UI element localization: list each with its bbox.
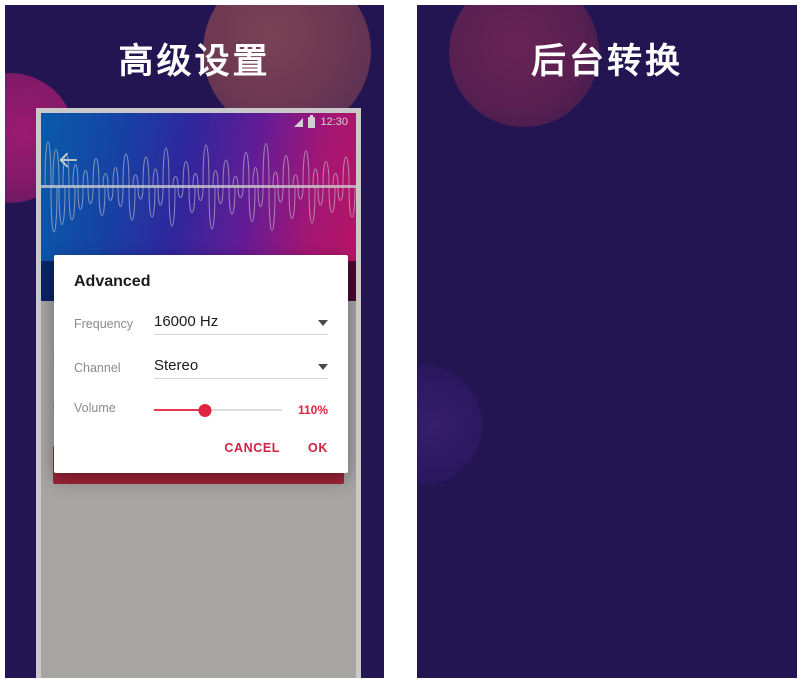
right-promo-panel: 后台转换 12:30 Output Fo — [417, 5, 797, 678]
volume-slider-knob[interactable] — [198, 403, 212, 417]
left-phone-mockup: 12:30 mp3 — [36, 108, 361, 678]
cancel-button[interactable]: CANCEL — [224, 441, 280, 455]
dialog-actions: CANCEL OK — [74, 437, 328, 463]
volume-label: Volume — [74, 401, 116, 415]
channel-value: Stereo — [154, 357, 199, 374]
channel-field[interactable]: Channel Stereo — [74, 357, 328, 379]
left-promo-panel: 高级设置 12:30 Advanced Frequency 16000 Hz C… — [5, 5, 384, 678]
left-phone-screen: 12:30 mp3 — [41, 113, 356, 678]
frequency-value: 16000 Hz — [154, 313, 219, 330]
volume-slider-fill — [154, 409, 206, 411]
left-panel-title: 高级设置 — [118, 42, 271, 81]
dialog-title: Advanced — [74, 273, 151, 290]
volume-field[interactable]: Volume 110% — [74, 401, 328, 419]
ok-button[interactable]: OK — [308, 441, 328, 455]
volume-slider[interactable] — [154, 403, 282, 417]
decor-circle-indigo — [417, 365, 482, 485]
frequency-label: Frequency — [74, 317, 134, 331]
chevron-down-icon — [318, 364, 328, 370]
chevron-down-icon — [318, 320, 328, 326]
advanced-dialog: Advanced Frequency 16000 Hz Channel Ster… — [54, 255, 348, 473]
volume-percent: 110% — [297, 403, 328, 417]
screenshot-stage: 高级设置 12:30 Advanced Frequency 16000 Hz C… — [0, 0, 802, 683]
channel-label: Channel — [74, 361, 121, 375]
right-panel-title: 后台转换 — [530, 42, 683, 81]
frequency-field[interactable]: Frequency 16000 Hz — [74, 313, 328, 335]
